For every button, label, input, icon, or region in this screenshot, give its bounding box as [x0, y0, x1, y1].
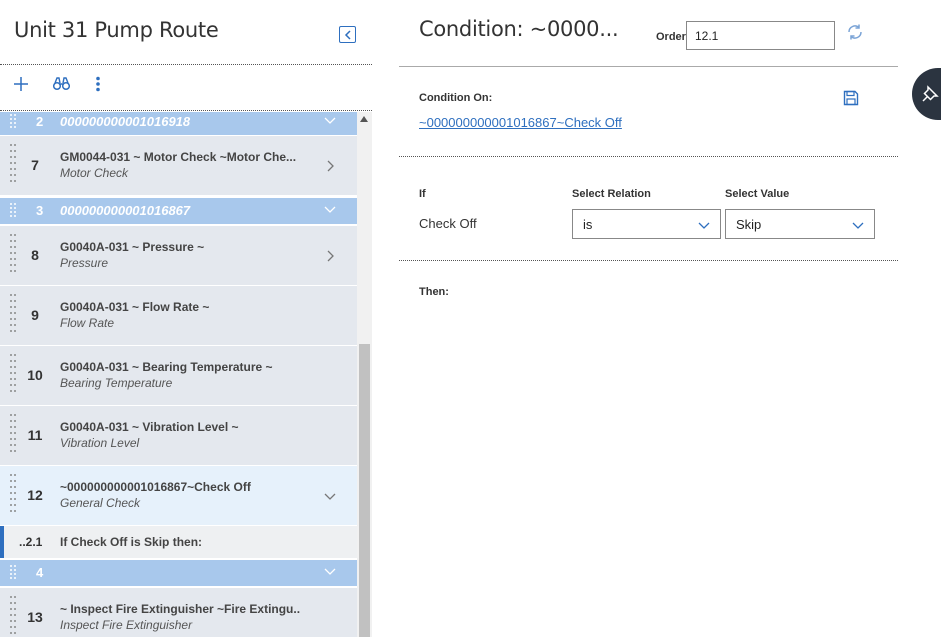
drag-handle-icon[interactable] — [9, 202, 17, 220]
selection-indicator — [0, 526, 4, 558]
list-item[interactable]: 8 G0040A-031 ~ Pressure ~ Pressure — [0, 226, 357, 286]
step-subtitle: Motor Check — [60, 166, 129, 180]
group-header[interactable]: 4 — [0, 560, 357, 586]
divider — [0, 64, 372, 65]
chevron-down-icon[interactable] — [324, 565, 336, 577]
relation-value: is — [583, 217, 593, 232]
condition-on-label: Condition On: — [419, 92, 493, 104]
group-header[interactable]: 3 000000000001016867 — [0, 198, 357, 224]
if-field-text: Check Off — [419, 216, 477, 231]
step-subtitle: Vibration Level — [60, 436, 140, 450]
plus-icon[interactable] — [13, 76, 29, 92]
chevron-right-icon[interactable] — [324, 250, 336, 262]
chevron-down-icon[interactable] — [324, 490, 336, 502]
group-title: 000000000001016867 — [60, 203, 191, 218]
group-number: 4 — [36, 565, 44, 580]
step-title: G0040A-031 ~ Bearing Temperature ~ — [60, 360, 273, 374]
condition-title: Condition: ~0000... — [419, 17, 619, 41]
divider — [399, 66, 898, 67]
step-number: 12 — [27, 487, 43, 503]
list-item[interactable]: 10 G0040A-031 ~ Bearing Temperature ~ Be… — [0, 346, 357, 406]
chevron-right-icon[interactable] — [324, 160, 336, 172]
step-number: 8 — [31, 247, 39, 263]
if-label: If — [419, 188, 426, 200]
value-select[interactable]: Skip — [725, 209, 875, 239]
step-subtitle: Flow Rate — [60, 316, 115, 330]
scroll-up-icon[interactable] — [360, 116, 368, 122]
step-number: 10 — [27, 367, 43, 383]
pin-button[interactable] — [912, 68, 941, 120]
save-icon[interactable] — [843, 90, 859, 106]
condition-panel: Condition: ~0000... Order Condition On: … — [372, 0, 941, 637]
kebab-icon[interactable] — [94, 76, 102, 92]
then-label: Then: — [419, 286, 449, 298]
drag-handle-icon[interactable] — [9, 564, 17, 582]
step-title: GM0044-031 ~ Motor Check ~Motor Che... — [60, 150, 297, 164]
drag-handle-icon[interactable] — [9, 232, 17, 278]
step-number: 9 — [31, 307, 39, 323]
drag-handle-icon[interactable] — [9, 352, 17, 398]
binoculars-icon[interactable] — [53, 76, 70, 92]
group-header[interactable]: 2 000000000001016918 — [0, 112, 357, 135]
route-title: Unit 31 Pump Route — [14, 18, 219, 42]
step-subtitle: General Check — [60, 496, 141, 510]
group-number: 3 — [36, 203, 44, 218]
step-number: 7 — [31, 157, 39, 173]
collapse-panel-icon[interactable] — [339, 26, 356, 43]
relation-select[interactable]: is — [572, 209, 721, 239]
divider — [0, 110, 372, 111]
drag-handle-icon[interactable] — [9, 113, 17, 131]
chevron-down-icon[interactable] — [324, 203, 336, 215]
step-number: 11 — [27, 427, 43, 443]
drag-handle-icon[interactable] — [9, 412, 17, 458]
condition-number: ..2.1 — [19, 535, 43, 549]
route-toolbar — [0, 66, 372, 110]
step-title: G0040A-031 ~ Pressure ~ — [60, 240, 205, 254]
group-title: 000000000001016918 — [60, 114, 191, 129]
condition-text: If Check Off is Skip then: — [60, 535, 203, 549]
select-value-label: Select Value — [725, 188, 790, 200]
drag-handle-icon[interactable] — [9, 142, 17, 188]
scroll-thumb[interactable] — [359, 344, 370, 637]
step-title: ~000000000001016867~Check Off — [60, 480, 251, 494]
step-subtitle: Inspect Fire Extinguisher — [60, 618, 193, 632]
chevron-down-icon[interactable] — [324, 114, 336, 126]
condition-on-link[interactable]: ~000000000001016867~Check Off — [419, 115, 622, 130]
select-relation-label: Select Relation — [572, 188, 651, 200]
list-item[interactable]: 11 G0040A-031 ~ Vibration Level ~ Vibrat… — [0, 406, 357, 466]
step-title: G0040A-031 ~ Vibration Level ~ — [60, 420, 239, 434]
app-root: Unit 31 Pump Route 2 000000000001016918 — [0, 0, 941, 637]
list-scrollbar[interactable] — [357, 112, 372, 637]
chevron-down-icon — [852, 222, 864, 229]
list-item[interactable]: 9 G0040A-031 ~ Flow Rate ~ Flow Rate — [0, 286, 357, 346]
list-item[interactable]: 7 GM0044-031 ~ Motor Check ~Motor Che...… — [0, 136, 357, 196]
order-field[interactable] — [686, 21, 835, 50]
drag-handle-icon[interactable] — [9, 292, 17, 338]
pin-icon — [922, 85, 939, 102]
step-subtitle: Pressure — [60, 256, 109, 270]
refresh-icon[interactable] — [846, 23, 864, 41]
value-value: Skip — [736, 217, 762, 232]
drag-handle-icon[interactable] — [9, 594, 17, 637]
chevron-down-icon — [698, 222, 710, 229]
condition-item[interactable]: ..2.1 If Check Off is Skip then: — [0, 526, 357, 558]
order-label: Order — [656, 31, 686, 43]
step-title: G0040A-031 ~ Flow Rate ~ — [60, 300, 210, 314]
step-subtitle: Bearing Temperature — [60, 376, 173, 390]
list-item-selected[interactable]: 12 ~000000000001016867~Check Off General… — [0, 466, 357, 526]
drag-handle-icon[interactable] — [9, 472, 17, 518]
step-number: 13 — [27, 609, 43, 625]
step-title: ~ Inspect Fire Extinguisher ~Fire Exting… — [60, 602, 300, 616]
divider — [399, 156, 898, 157]
group-number: 2 — [36, 114, 44, 129]
list-item[interactable]: 13 ~ Inspect Fire Extinguisher ~Fire Ext… — [0, 588, 357, 637]
route-step-list: 2 000000000001016918 7 GM0044-031 ~ Moto… — [0, 112, 357, 637]
route-panel: Unit 31 Pump Route 2 000000000001016918 — [0, 0, 372, 637]
divider — [399, 260, 898, 261]
